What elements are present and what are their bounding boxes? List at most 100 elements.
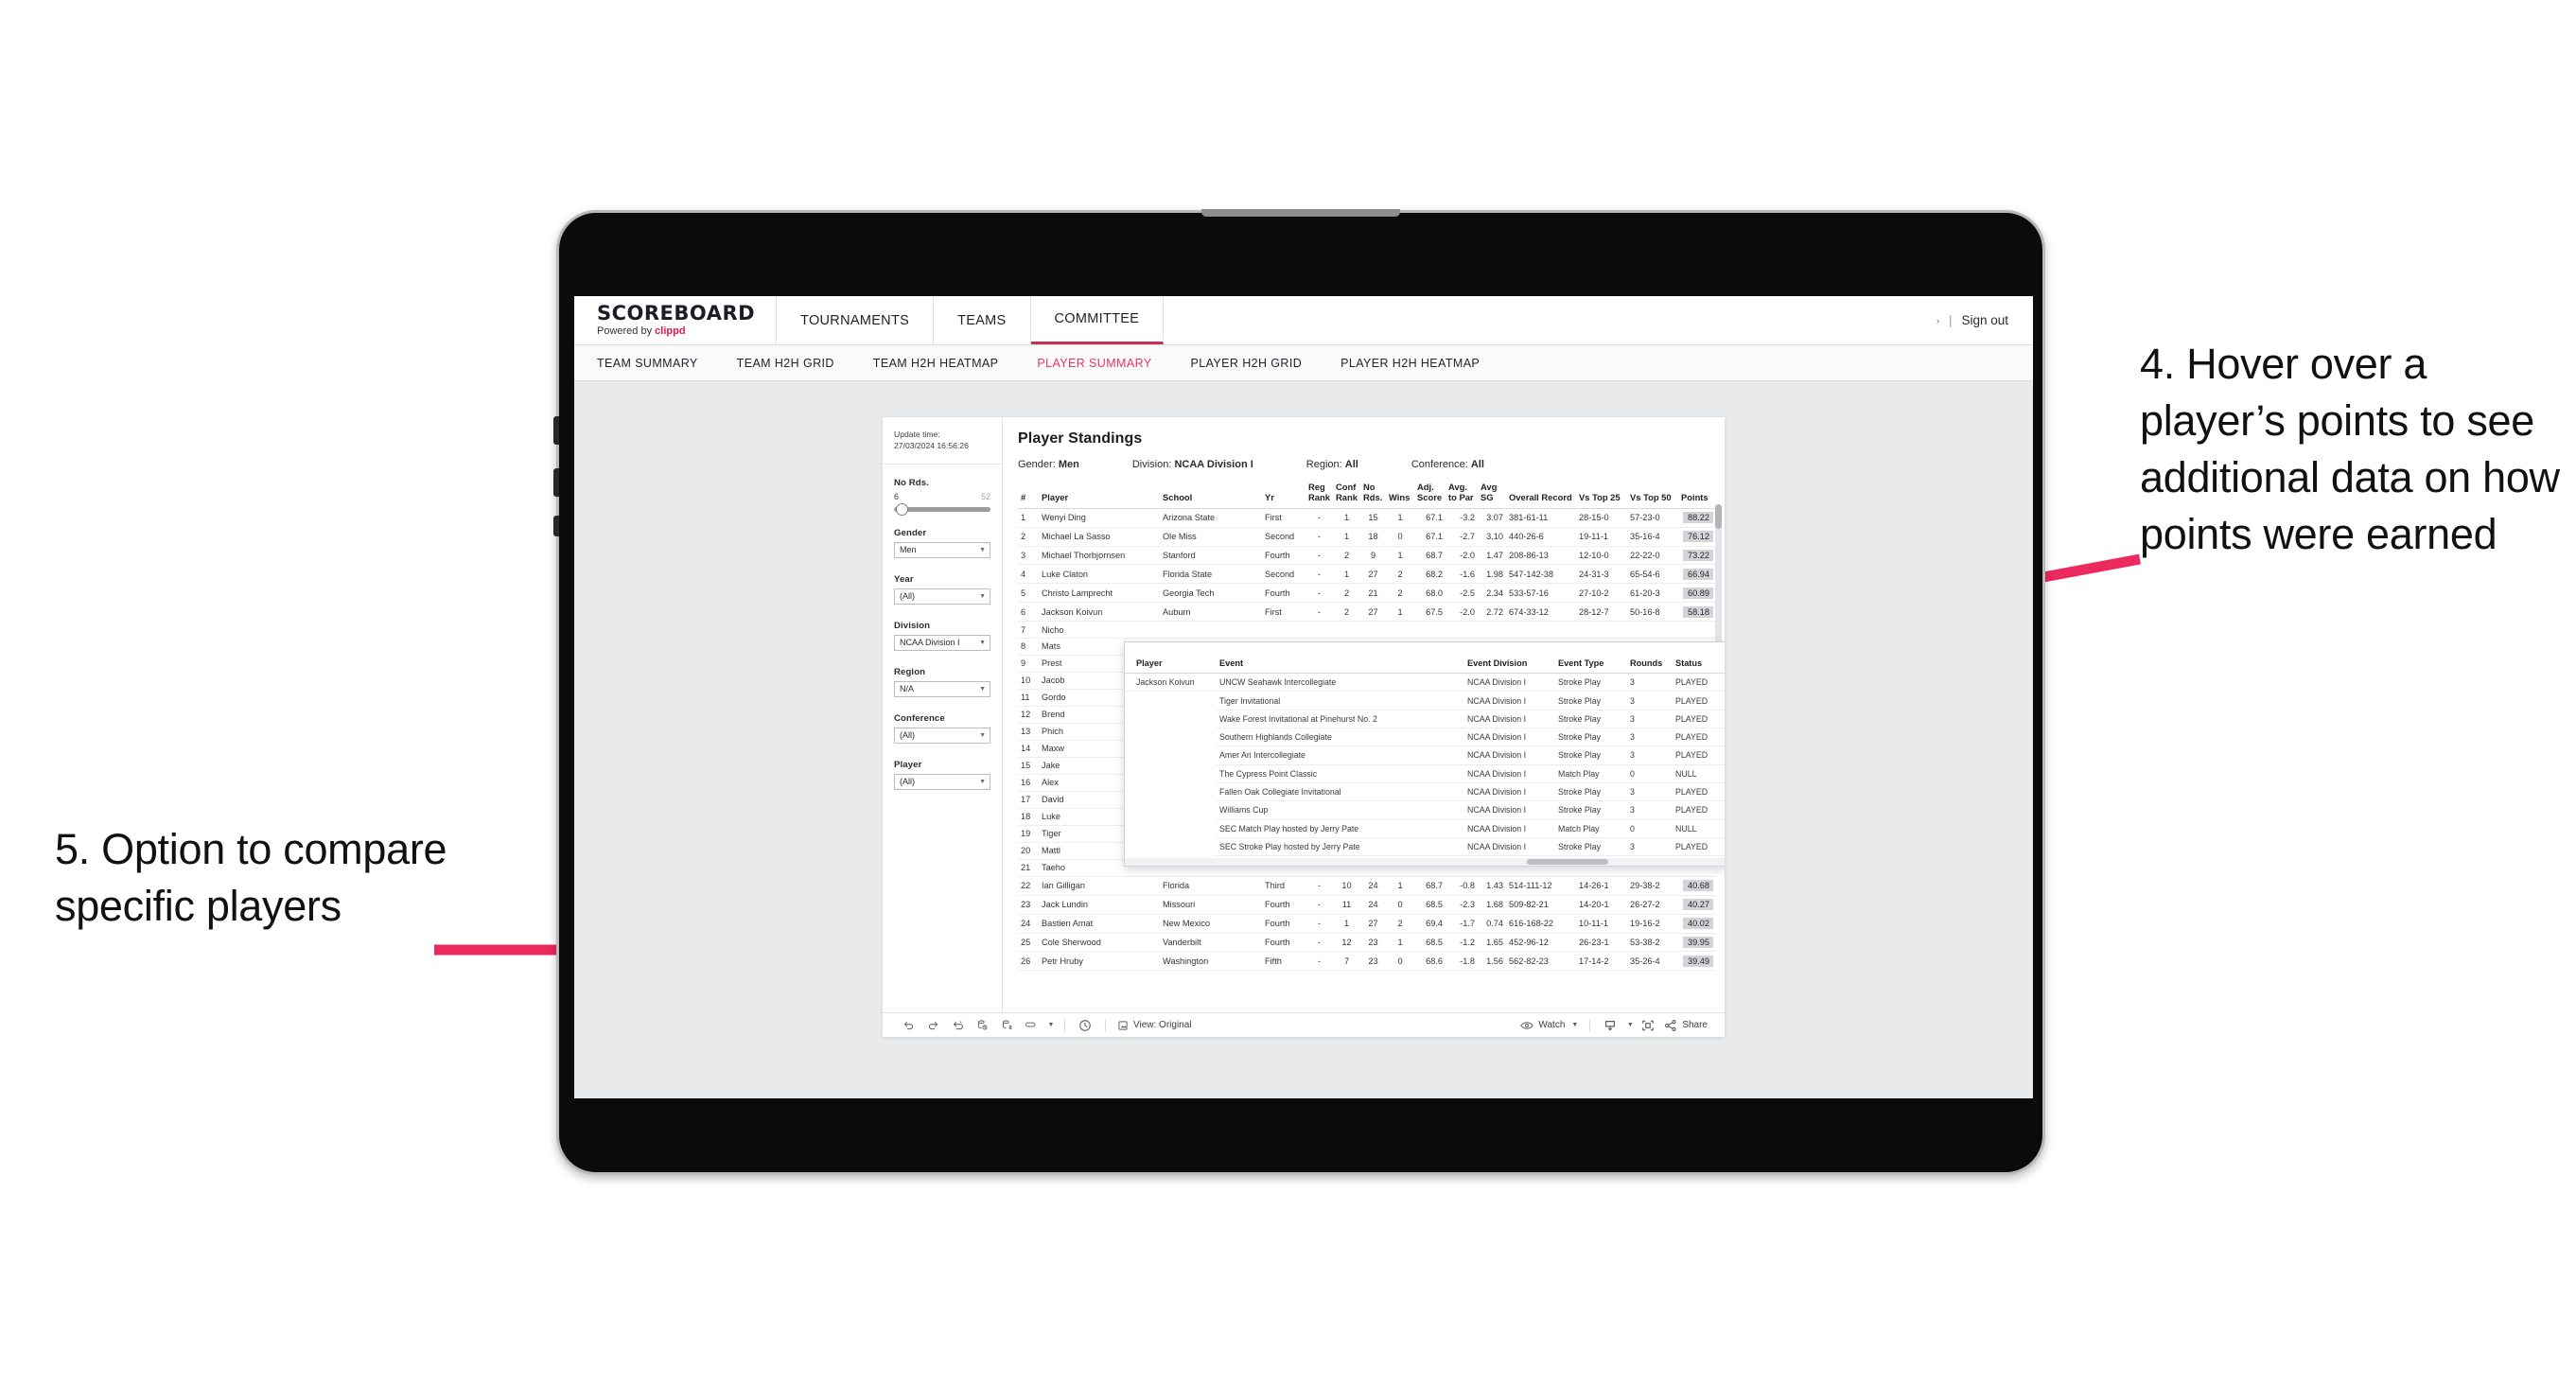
- table-row[interactable]: 5 Christo Lamprecht Georgia Tech Fourth -2 21…: [1018, 583, 1716, 604]
- cell-points[interactable]: 88.22: [1678, 508, 1716, 528]
- cell-points[interactable]: 40.68: [1678, 876, 1716, 896]
- table-row[interactable]: 26 Petr Hruby Washington Fifth -7 23 0 68.6 -1.8…: [1018, 951, 1716, 972]
- points-value-chip[interactable]: 40.27: [1683, 898, 1713, 911]
- filter-select-year[interactable]: (All) ▼: [894, 588, 990, 605]
- col-player[interactable]: Player: [1039, 480, 1160, 509]
- tab-player-h2h-grid[interactable]: PLAYER H2H GRID: [1191, 357, 1323, 370]
- points-value-chip[interactable]: 40.68: [1683, 879, 1713, 892]
- cell-num: 5: [1018, 583, 1039, 604]
- tab-team-summary[interactable]: TEAM SUMMARY: [597, 357, 718, 370]
- view-original-button[interactable]: View: Original: [1113, 1020, 1196, 1031]
- cell-points[interactable]: 40.02: [1678, 914, 1716, 934]
- tab-player-summary[interactable]: PLAYER SUMMARY: [1037, 357, 1171, 370]
- col-vs-top-50[interactable]: Vs Top 50: [1627, 480, 1678, 509]
- table-row[interactable]: 3 Michael Thorbjornsen Stanford Fourth -2 9 1 6…: [1018, 546, 1716, 566]
- col-year[interactable]: Yr: [1262, 480, 1306, 509]
- col-no-rounds[interactable]: No Rds.: [1360, 480, 1386, 509]
- revert-icon[interactable]: [945, 1016, 970, 1035]
- table-row[interactable]: 4 Luke Claton Florida State Second -1 27 2 68.2…: [1018, 564, 1716, 585]
- no-rounds-slider[interactable]: [894, 502, 990, 516]
- cell-sg: 1.56: [1478, 951, 1506, 972]
- filter-select-region[interactable]: N/A ▼: [894, 680, 990, 697]
- col-avg-to-par[interactable]: Avg. to Par: [1446, 480, 1478, 509]
- pause-auto-update-icon[interactable]: [1073, 1016, 1097, 1035]
- cell-record: 674-33-12: [1506, 602, 1576, 623]
- cell-wins: 2: [1386, 914, 1414, 934]
- table-row[interactable]: 6 Jackson Koivun Auburn First -2 27 1 67.5 -2.0 2…: [1018, 602, 1716, 623]
- tablet-volume-up-button[interactable]: [553, 416, 559, 445]
- col-overall-record[interactable]: Overall Record: [1506, 480, 1576, 509]
- col-reg-rank[interactable]: Reg Rank: [1306, 480, 1333, 509]
- nav-item-committee[interactable]: COMMITTEE: [1030, 296, 1165, 344]
- redo-icon[interactable]: [920, 1016, 945, 1035]
- cell-points[interactable]: 58.18: [1678, 602, 1716, 623]
- cell-points[interactable]: 66.94: [1678, 564, 1716, 585]
- download-icon[interactable]: [1598, 1016, 1622, 1035]
- refresh-data-icon[interactable]: [970, 1016, 994, 1035]
- col-avg-sg[interactable]: Avg SG: [1478, 480, 1506, 509]
- cell-adj: 68.0: [1414, 583, 1446, 604]
- slider-handle[interactable]: [896, 502, 908, 516]
- points-value-chip[interactable]: 60.89: [1683, 587, 1713, 600]
- nav-item-teams[interactable]: TEAMS: [934, 296, 1031, 344]
- points-value-chip[interactable]: 66.94: [1683, 568, 1713, 581]
- tooltip-horizontal-scrollbar[interactable]: [1125, 858, 1725, 866]
- nav-item-tournaments[interactable]: TOURNAMENTS: [777, 296, 935, 344]
- cell-points[interactable]: 40.27: [1678, 895, 1716, 915]
- cell-points[interactable]: [1678, 621, 1716, 640]
- col-rank[interactable]: #: [1018, 480, 1039, 509]
- col-adj-score[interactable]: Adj. Score: [1414, 480, 1446, 509]
- tab-team-h2h-grid[interactable]: TEAM H2H GRID: [737, 357, 854, 370]
- col-wins[interactable]: Wins: [1386, 480, 1414, 509]
- app-logo[interactable]: SCOREBOARD Powered by clippd: [574, 296, 778, 344]
- scrollbar-thumb[interactable]: [1715, 504, 1722, 529]
- tooltip-scrollbar-thumb[interactable]: [1527, 859, 1609, 865]
- table-row[interactable]: 2 Michael La Sasso Ole Miss Second -1 18 0 67.1…: [1018, 527, 1716, 547]
- cell-points[interactable]: 73.22: [1678, 546, 1716, 566]
- pause-updates-icon[interactable]: [994, 1016, 1019, 1035]
- slide-canvas: 4. Hover over a player’s points to see a…: [0, 0, 2576, 1386]
- points-value-chip[interactable]: 76.12: [1683, 530, 1713, 543]
- table-row[interactable]: 24 Bastien Amat New Mexico Fourth -1 27 2 69.4-…: [1018, 914, 1716, 934]
- cell-points[interactable]: 39.95: [1678, 933, 1716, 953]
- table-row[interactable]: 22 Ian Gilligan Florida Third -10 24 1 68.7 -0.8…: [1018, 876, 1716, 896]
- cell-points[interactable]: 60.89: [1678, 583, 1716, 604]
- filter-select-player[interactable]: (All) ▼: [894, 773, 990, 790]
- table-row[interactable]: 25 Cole Sherwood Vanderbilt Fourth -12 23 1 68.…: [1018, 933, 1716, 953]
- tab-player-h2h-heatmap[interactable]: PLAYER H2H HEATMAP: [1341, 357, 1499, 370]
- sign-out-button[interactable]: Sign out: [1961, 313, 2008, 327]
- device-layout-caret-icon[interactable]: ▼: [1043, 1016, 1057, 1035]
- filter-select-gender[interactable]: Men ▼: [894, 541, 990, 558]
- chevron-right-icon[interactable]: ›: [1936, 316, 1939, 325]
- points-value-chip[interactable]: 39.49: [1683, 955, 1713, 968]
- col-vs-top-25[interactable]: Vs Top 25: [1576, 480, 1627, 509]
- download-caret-icon[interactable]: ▼: [1622, 1016, 1636, 1035]
- device-layout-icon[interactable]: [1019, 1016, 1043, 1035]
- tab-team-h2h-heatmap[interactable]: TEAM H2H HEATMAP: [873, 357, 1019, 370]
- cell-points[interactable]: 39.49: [1678, 951, 1716, 972]
- cell-points[interactable]: 76.12: [1678, 527, 1716, 547]
- tablet-volume-down-button[interactable]: [553, 468, 559, 497]
- table-row[interactable]: 23 Jack Lundin Missouri Fourth -11 24 0 68.5 -2.…: [1018, 895, 1716, 915]
- tablet-power-button[interactable]: [553, 516, 559, 536]
- points-value-chip[interactable]: 40.02: [1683, 917, 1713, 930]
- filter-select-division[interactable]: NCAA Division I ▼: [894, 634, 990, 651]
- points-value-chip[interactable]: 88.22: [1683, 511, 1713, 524]
- share-button[interactable]: Share: [1660, 1019, 1711, 1032]
- points-value-chip[interactable]: 73.22: [1683, 549, 1713, 562]
- undo-icon[interactable]: [896, 1016, 920, 1035]
- chevron-down-icon: ▼: [1047, 1022, 1055, 1028]
- col-conf-rank[interactable]: Conf Rank: [1333, 480, 1360, 509]
- filter-select-conference[interactable]: (All) ▼: [894, 727, 990, 744]
- col-school[interactable]: School: [1160, 480, 1262, 509]
- watch-button[interactable]: Watch ▼: [1516, 1020, 1582, 1031]
- col-points[interactable]: Points: [1678, 480, 1716, 509]
- table-row[interactable]: 7 Nicho: [1018, 621, 1716, 640]
- cell-t50: 26-27-2: [1627, 895, 1678, 915]
- table-row[interactable]: 1 Wenyi Ding Arizona State First -1 15 1 67.1 -3…: [1018, 508, 1716, 528]
- slider-max-value: 52: [980, 491, 990, 501]
- cell-num: 3: [1018, 546, 1039, 566]
- points-value-chip[interactable]: 39.95: [1683, 936, 1713, 949]
- points-value-chip[interactable]: 58.18: [1683, 605, 1713, 619]
- fullscreen-icon[interactable]: [1636, 1016, 1660, 1035]
